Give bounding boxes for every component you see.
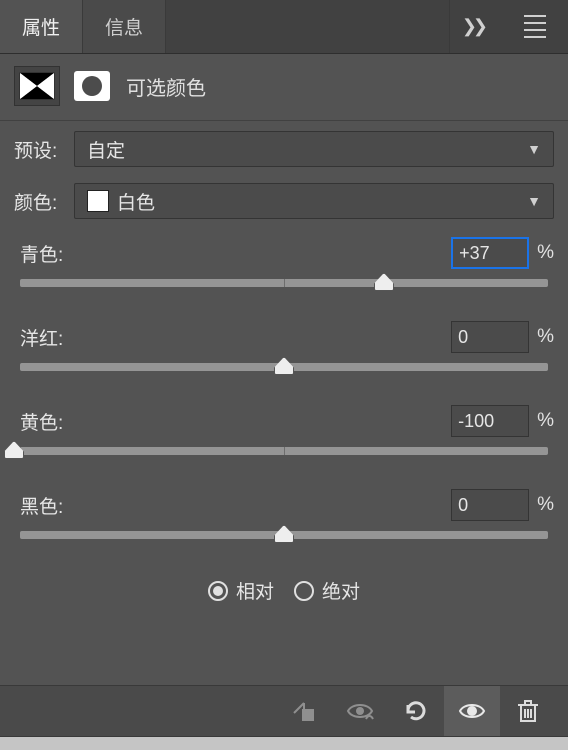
sliders-group: 青色: % 洋红: % 黄色: %: [0, 225, 568, 563]
tab-info[interactable]: 信息: [83, 0, 166, 53]
bottom-toolbar: [0, 685, 568, 737]
radio-absolute[interactable]: 绝对: [294, 577, 360, 604]
unit: %: [537, 242, 554, 264]
radio-relative[interactable]: 相对: [208, 577, 274, 604]
unit: %: [537, 410, 554, 432]
clip-to-layer-button[interactable]: [276, 686, 332, 736]
reset-button[interactable]: [388, 686, 444, 736]
slider-magenta: 洋红: %: [0, 311, 568, 395]
delete-button[interactable]: [500, 686, 556, 736]
magenta-slider[interactable]: [14, 363, 554, 389]
adjustment-header: 可选颜色: [0, 54, 568, 114]
radio-relative-label: 相对: [236, 577, 274, 604]
magenta-label: 洋红:: [14, 324, 63, 351]
layer-mask-icon[interactable]: [74, 71, 110, 101]
yellow-slider[interactable]: [14, 447, 554, 473]
slider-black: 黑色: %: [0, 479, 568, 563]
cyan-slider[interactable]: [14, 279, 554, 305]
preset-value: 自定: [87, 136, 125, 163]
colors-row: 颜色: 白色 ▼: [0, 173, 568, 225]
slider-thumb[interactable]: [374, 273, 394, 291]
selective-color-icon[interactable]: [14, 66, 60, 106]
tab-properties[interactable]: 属性: [0, 0, 83, 53]
menu-icon: [514, 15, 556, 38]
radio-icon: [208, 581, 228, 601]
black-slider[interactable]: [14, 531, 554, 557]
preset-row: 预设: 自定 ▼: [0, 121, 568, 173]
method-row: 相对 绝对: [0, 563, 568, 608]
yellow-label: 黄色:: [14, 408, 63, 435]
cyan-label: 青色:: [14, 240, 63, 267]
preset-label: 预设:: [14, 136, 66, 163]
view-previous-button[interactable]: [332, 686, 388, 736]
panel-menu[interactable]: [502, 0, 568, 53]
slider-thumb[interactable]: [274, 357, 294, 375]
tab-bar: 属性 信息 ❯❯: [0, 0, 568, 54]
slider-thumb[interactable]: [4, 441, 24, 459]
resize-strip: [0, 737, 568, 750]
slider-cyan: 青色: %: [0, 227, 568, 311]
toggle-visibility-button[interactable]: [444, 686, 500, 736]
radio-absolute-label: 绝对: [322, 577, 360, 604]
chevron-down-icon: ▼: [527, 141, 541, 157]
preset-select[interactable]: 自定 ▼: [74, 131, 554, 167]
black-label: 黑色:: [14, 492, 63, 519]
adjustment-title: 可选颜色: [126, 72, 206, 101]
radio-icon: [294, 581, 314, 601]
black-input[interactable]: [451, 489, 529, 521]
yellow-input[interactable]: [451, 405, 529, 437]
unit: %: [537, 494, 554, 516]
slider-yellow: 黄色: %: [0, 395, 568, 479]
color-swatch: [87, 190, 109, 212]
tab-controls: ❯❯: [450, 0, 502, 53]
chevron-down-icon: ▼: [527, 193, 541, 209]
cyan-input[interactable]: [451, 237, 529, 269]
slider-thumb[interactable]: [274, 525, 294, 543]
collapse-icon[interactable]: ❯❯: [462, 16, 490, 37]
colors-value: 白色: [117, 188, 155, 215]
unit: %: [537, 326, 554, 348]
magenta-input[interactable]: [451, 321, 529, 353]
colors-label: 颜色:: [14, 188, 66, 215]
colors-select[interactable]: 白色 ▼: [74, 183, 554, 219]
tab-spacer: [166, 0, 450, 53]
